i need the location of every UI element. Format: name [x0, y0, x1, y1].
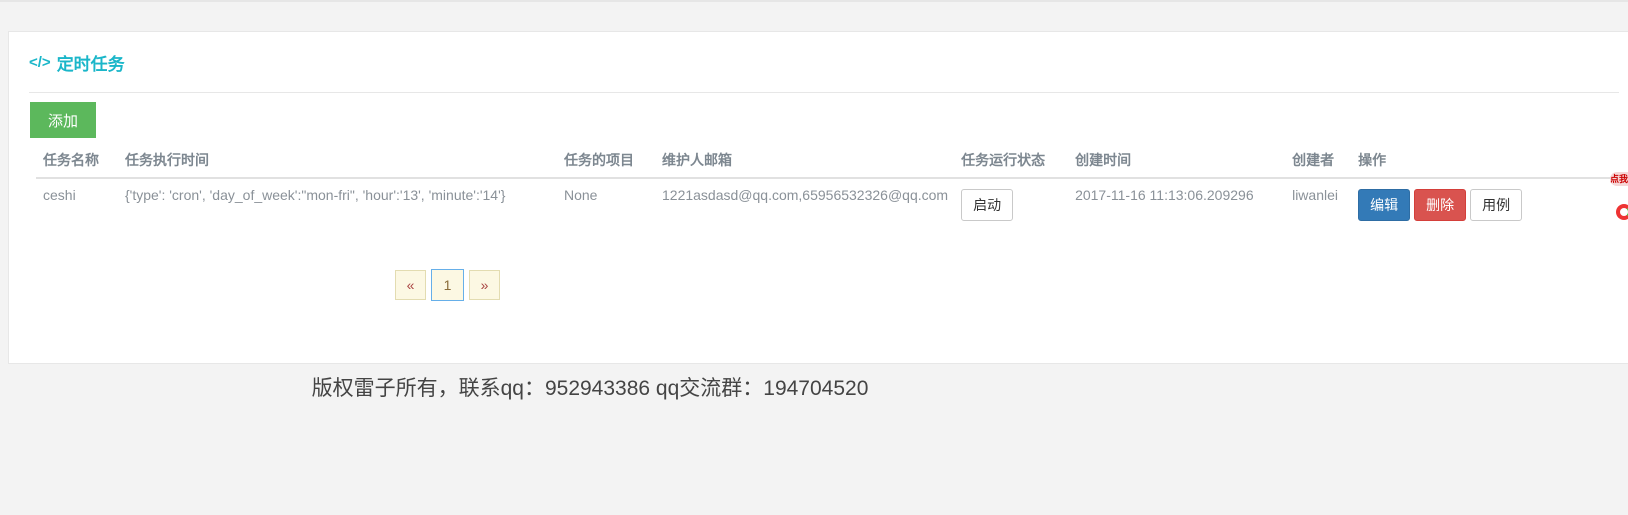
- header-email: 维护人邮箱: [655, 142, 955, 179]
- edit-button[interactable]: 编辑: [1358, 189, 1411, 221]
- header-task-name: 任务名称: [36, 142, 118, 179]
- page-1-button[interactable]: 1: [431, 269, 464, 301]
- pagination: « 1 »: [395, 269, 505, 301]
- lifebuoy-icon: [1616, 204, 1628, 220]
- task-table: 任务名称 任务执行时间 任务的项目 维护人邮箱 任务运行状态 创建时间 创建者 …: [36, 142, 1612, 229]
- cell-project: None: [564, 187, 598, 203]
- cell-schedule: {'type': 'cron', 'day_of_week':"mon-fri"…: [125, 187, 506, 203]
- header-created-at: 创建时间: [1068, 142, 1286, 179]
- table-row: ceshi {'type': 'cron', 'day_of_week':"mo…: [36, 178, 1611, 229]
- header-actions: 操作: [1351, 142, 1612, 179]
- code-icon: </>: [29, 54, 51, 71]
- cell-task-name: ceshi: [43, 187, 76, 203]
- header-schedule: 任务执行时间: [118, 142, 557, 179]
- add-button[interactable]: 添加: [30, 102, 96, 138]
- cell-email: 1221asdasd@qq.com,65956532326@qq.com: [662, 187, 949, 203]
- task-panel: </> 定时任务 添加 任务名称 任务执行时间 任务的项目 维护人邮箱 任务运行…: [8, 31, 1628, 364]
- next-page-button[interactable]: »: [469, 270, 500, 300]
- cell-status: 启动: [954, 178, 1068, 229]
- cell-created-at: 2017-11-16 11:13:06.209296: [1075, 187, 1254, 203]
- footer-copyright: 版权雷子所有，联系qq：952943386 qq交流群：194704520: [311, 377, 869, 400]
- cell-actions: 编辑 删除 用例: [1351, 178, 1611, 229]
- panel-title: </> 定时任务: [29, 50, 125, 75]
- header-project: 任务的项目: [557, 142, 655, 179]
- top-border: [0, 0, 1628, 2]
- widget-label: 点我: [1610, 172, 1628, 186]
- example-button[interactable]: 用例: [1470, 189, 1523, 221]
- prev-page-button[interactable]: «: [395, 270, 426, 300]
- header-status: 任务运行状态: [954, 142, 1069, 179]
- table-header-row: 任务名称 任务执行时间 任务的项目 维护人邮箱 任务运行状态 创建时间 创建者 …: [36, 142, 1612, 179]
- start-button[interactable]: 启动: [961, 189, 1014, 221]
- delete-button[interactable]: 删除: [1414, 189, 1467, 221]
- panel-title-text: 定时任务: [56, 55, 125, 74]
- floating-widget[interactable]: 点我: [1610, 170, 1628, 230]
- title-divider: [29, 92, 1619, 93]
- header-creator: 创建者: [1285, 142, 1352, 179]
- cell-creator: liwanlei: [1292, 187, 1338, 203]
